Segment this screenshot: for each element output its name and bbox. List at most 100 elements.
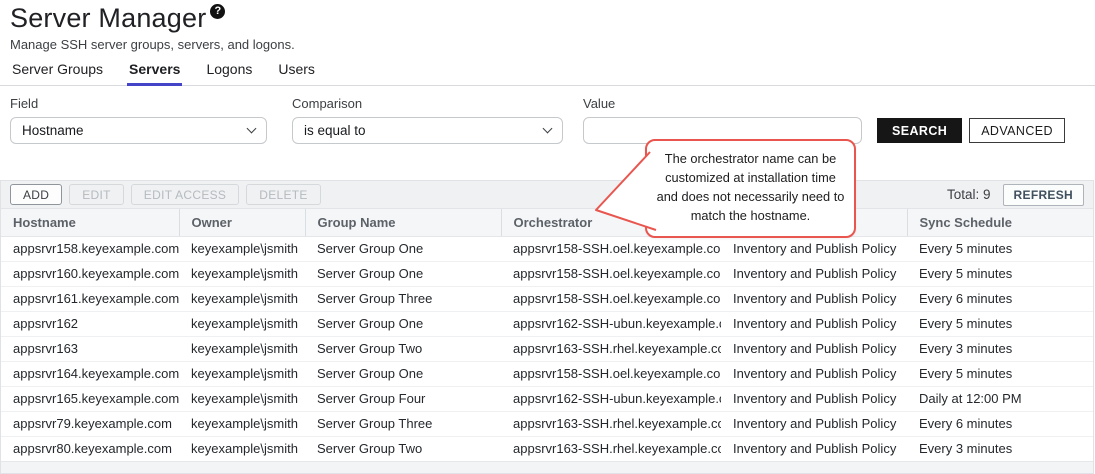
- table-cell: Server Group Three: [305, 411, 501, 436]
- table-cell: appsrvr163: [1, 336, 179, 361]
- tab-server-groups[interactable]: Server Groups: [10, 58, 105, 86]
- advanced-button[interactable]: ADVANCED: [969, 118, 1065, 143]
- edit-access-button[interactable]: EDIT ACCESS: [131, 184, 239, 205]
- add-button[interactable]: ADD: [10, 184, 62, 205]
- field-select[interactable]: Hostname: [10, 117, 267, 144]
- comparison-select-value: is equal to: [304, 123, 366, 138]
- table-cell: Inventory and Publish Policy: [721, 436, 907, 461]
- table-cell: keyexample\jsmith: [179, 411, 305, 436]
- table-cell: appsrvr162: [1, 311, 179, 336]
- table-cell: appsrvr158-SSH.oel.keyexample.com: [501, 361, 721, 386]
- table-cell: Every 5 minutes: [907, 311, 1093, 336]
- table-cell: keyexample\jsmith: [179, 436, 305, 461]
- table-cell: keyexample\jsmith: [179, 236, 305, 261]
- table-cell: appsrvr163-SSH.rhel.keyexample.com: [501, 411, 721, 436]
- value-label: Value: [583, 96, 862, 111]
- table-cell: Inventory and Publish Policy: [721, 311, 907, 336]
- table-cell: Every 6 minutes: [907, 286, 1093, 311]
- table-row[interactable]: appsrvr162keyexample\jsmithServer Group …: [1, 311, 1093, 336]
- callout-line: and does not necessarily need to: [653, 188, 848, 207]
- table-cell: keyexample\jsmith: [179, 336, 305, 361]
- table-cell: keyexample\jsmith: [179, 386, 305, 411]
- table-cell: Every 6 minutes: [907, 411, 1093, 436]
- table-row[interactable]: appsrvr161.keyexample.comkeyexample\jsmi…: [1, 286, 1093, 311]
- servers-grid: ADD EDIT EDIT ACCESS DELETE Total: 9 REF…: [0, 180, 1094, 474]
- search-button[interactable]: SEARCH: [877, 118, 962, 143]
- table-cell: appsrvr158-SSH.oel.keyexample.com: [501, 236, 721, 261]
- callout-line: The orchestrator name can be: [653, 150, 848, 169]
- table-cell: Every 5 minutes: [907, 236, 1093, 261]
- table-row[interactable]: appsrvr80.keyexample.comkeyexample\jsmit…: [1, 436, 1093, 461]
- table-header-row: HostnameOwnerGroup NameOrchestratorSync …: [1, 209, 1093, 236]
- total-value: 9: [983, 187, 991, 202]
- tab-servers[interactable]: Servers: [127, 58, 182, 86]
- table-cell: appsrvr165.keyexample.com: [1, 386, 179, 411]
- tab-logons[interactable]: Logons: [204, 58, 254, 86]
- refresh-button[interactable]: REFRESH: [1003, 184, 1084, 206]
- column-header[interactable]: Hostname: [1, 209, 179, 236]
- field-label: Field: [10, 96, 267, 111]
- edit-button[interactable]: EDIT: [69, 184, 124, 205]
- page-header: Server Manager ? Manage SSH server group…: [10, 2, 295, 52]
- table-cell: Inventory and Publish Policy: [721, 361, 907, 386]
- table-cell: Server Group Two: [305, 436, 501, 461]
- table-cell: keyexample\jsmith: [179, 261, 305, 286]
- table-row[interactable]: appsrvr160.keyexample.comkeyexample\jsmi…: [1, 261, 1093, 286]
- table-cell: Server Group Three: [305, 286, 501, 311]
- servers-table: HostnameOwnerGroup NameOrchestratorSync …: [1, 209, 1093, 461]
- search-form: Field Hostname Comparison is equal to Va…: [10, 96, 1085, 144]
- table-cell: Inventory and Publish Policy: [721, 336, 907, 361]
- table-cell: appsrvr163-SSH.rhel.keyexample.com: [501, 336, 721, 361]
- table-cell: appsrvr164.keyexample.com: [1, 361, 179, 386]
- table-row[interactable]: appsrvr164.keyexample.comkeyexample\jsmi…: [1, 361, 1093, 386]
- callout-pointer: [588, 142, 662, 238]
- column-header[interactable]: Owner: [179, 209, 305, 236]
- chevron-down-icon: [543, 124, 553, 134]
- table-cell: Inventory and Publish Policy: [721, 386, 907, 411]
- table-cell: appsrvr158.keyexample.com: [1, 236, 179, 261]
- table-cell: Server Group Two: [305, 336, 501, 361]
- table-cell: appsrvr161.keyexample.com: [1, 286, 179, 311]
- table-cell: keyexample\jsmith: [179, 361, 305, 386]
- page-subtitle: Manage SSH server groups, servers, and l…: [10, 37, 295, 52]
- callout-line: customized at installation time: [653, 169, 848, 188]
- table-row[interactable]: appsrvr158.keyexample.comkeyexample\jsmi…: [1, 236, 1093, 261]
- table-cell: Inventory and Publish Policy: [721, 236, 907, 261]
- table-cell: Inventory and Publish Policy: [721, 411, 907, 436]
- table-cell: Server Group One: [305, 261, 501, 286]
- table-cell: Every 3 minutes: [907, 336, 1093, 361]
- tab-users[interactable]: Users: [276, 58, 317, 86]
- comparison-select[interactable]: is equal to: [292, 117, 563, 144]
- table-cell: Daily at 12:00 PM: [907, 386, 1093, 411]
- tab-bar: Server Groups Servers Logons Users: [0, 58, 1095, 86]
- table-cell: appsrvr80.keyexample.com: [1, 436, 179, 461]
- table-cell: appsrvr162-SSH-ubun.keyexample.com: [501, 386, 721, 411]
- table-cell: appsrvr158-SSH.oel.keyexample.com: [501, 261, 721, 286]
- grid-footer: [1, 461, 1093, 473]
- table-cell: appsrvr163-SSH.rhel.keyexample.com: [501, 436, 721, 461]
- table-row[interactable]: appsrvr79.keyexample.comkeyexample\jsmit…: [1, 411, 1093, 436]
- column-header[interactable]: Group Name: [305, 209, 501, 236]
- table-cell: appsrvr158-SSH.oel.keyexample.com: [501, 286, 721, 311]
- table-cell: keyexample\jsmith: [179, 286, 305, 311]
- callout-line: match the hostname.: [653, 207, 848, 226]
- table-cell: Server Group One: [305, 311, 501, 336]
- table-cell: keyexample\jsmith: [179, 311, 305, 336]
- table-cell: appsrvr160.keyexample.com: [1, 261, 179, 286]
- orchestrator-callout: The orchestrator name can be customized …: [645, 139, 856, 238]
- table-cell: Server Group One: [305, 361, 501, 386]
- field-select-value: Hostname: [22, 123, 84, 138]
- help-icon[interactable]: ?: [210, 4, 225, 19]
- table-cell: Every 5 minutes: [907, 361, 1093, 386]
- table-row[interactable]: appsrvr163keyexample\jsmithServer Group …: [1, 336, 1093, 361]
- table-row[interactable]: appsrvr165.keyexample.comkeyexample\jsmi…: [1, 386, 1093, 411]
- table-cell: Server Group Four: [305, 386, 501, 411]
- total-count: Total: 9: [947, 187, 991, 202]
- table-cell: Every 3 minutes: [907, 436, 1093, 461]
- server-manager-page: Server Manager ? Manage SSH server group…: [0, 0, 1095, 474]
- delete-button[interactable]: DELETE: [246, 184, 320, 205]
- table-cell: Inventory and Publish Policy: [721, 286, 907, 311]
- column-header[interactable]: Sync Schedule: [907, 209, 1093, 236]
- total-label: Total:: [947, 187, 979, 202]
- table-cell: Every 5 minutes: [907, 261, 1093, 286]
